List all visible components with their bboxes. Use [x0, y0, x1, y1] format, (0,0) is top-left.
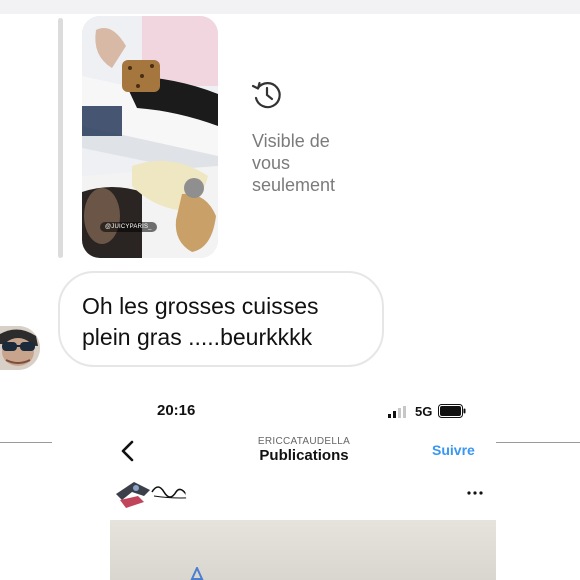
header-title: Publications [259, 447, 349, 464]
divider-right [496, 442, 580, 443]
message-bubble: Oh les grosses cuisses plein gras .....b… [58, 271, 384, 367]
more-icon[interactable] [466, 490, 484, 496]
back-icon[interactable] [120, 440, 136, 462]
sender-avatar[interactable] [0, 326, 40, 370]
header-username: ERICCATAUDELLA [257, 436, 351, 447]
post-author-avatar[interactable] [114, 480, 152, 510]
reply-indicator-bar [58, 18, 63, 258]
visibility-note: Visible de vous seulement [252, 131, 336, 195]
status-time: 20:16 [157, 402, 196, 419]
history-icon [251, 81, 281, 109]
network-label: 5G [415, 404, 433, 419]
battery-icon [438, 404, 466, 418]
top-strip [0, 0, 580, 14]
post-image[interactable] [110, 520, 496, 580]
divider-left [0, 442, 52, 443]
story-handle-label: @JUICYPARIS_ [100, 222, 157, 232]
avatar-image [0, 326, 40, 370]
follow-button[interactable]: Suivre [432, 442, 475, 458]
story-reply-thumbnail[interactable]: @JUICYPARIS_ [82, 16, 218, 258]
post-image-detail [190, 567, 204, 580]
white-redaction-smear [185, 469, 286, 525]
signal-icon [388, 406, 406, 418]
